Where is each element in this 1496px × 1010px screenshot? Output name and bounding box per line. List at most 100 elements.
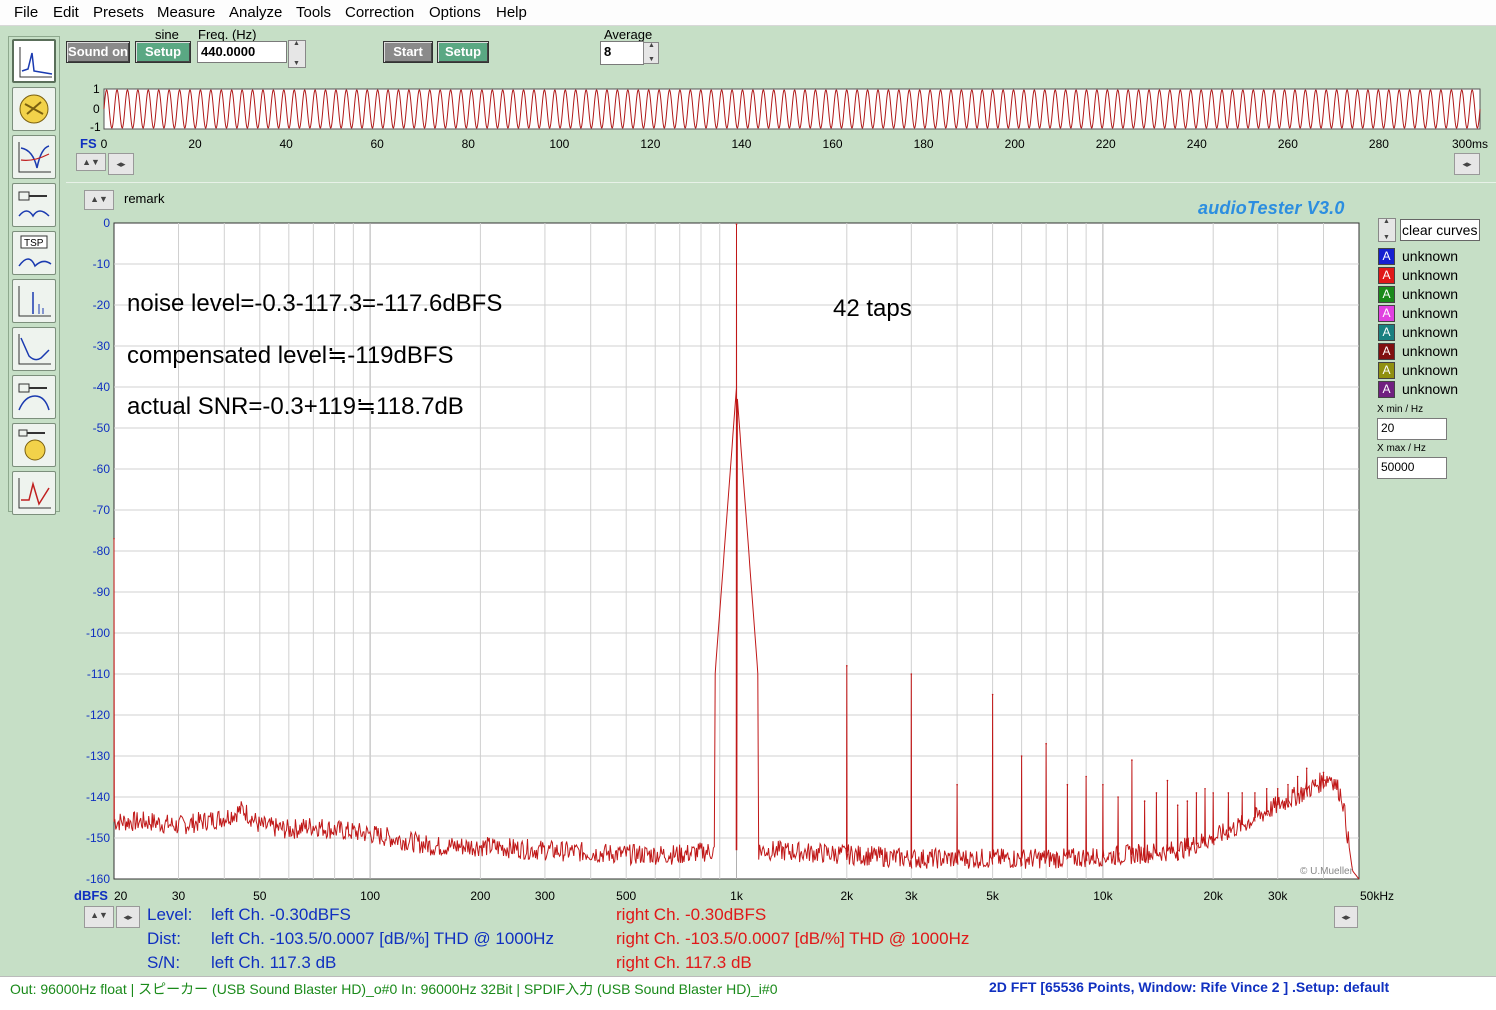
spectrum-peak — [1287, 783, 1289, 786]
right-level-value: right Ch. -0.30dBFS — [616, 905, 767, 924]
spectrum-peak — [1195, 792, 1198, 794]
spectrum-peak — [1241, 792, 1244, 794]
x-tick-label: 20k — [1204, 889, 1224, 903]
spectrum-peak — [1212, 792, 1214, 794]
legend-item-label: unknown — [1402, 305, 1459, 321]
spectrum-peak — [1117, 796, 1119, 798]
legend-color-swatch[interactable]: A — [1378, 343, 1395, 360]
spectrum-peak — [1131, 759, 1133, 761]
y-tick-label: -110 — [87, 667, 110, 681]
xmin-label: X min / Hz — [1377, 404, 1424, 415]
spectrum-peak — [1296, 775, 1299, 778]
annotation-taps: 42 taps — [833, 295, 912, 322]
spectrum-peak — [1066, 783, 1069, 786]
x-tick-label: 2k — [840, 889, 854, 903]
plot-scroll-right[interactable]: ◂▸ — [1334, 906, 1358, 928]
y-tick-label: -120 — [86, 708, 110, 722]
spectrum-peak — [1045, 742, 1047, 745]
legend-color-swatch[interactable]: A — [1378, 248, 1395, 265]
x-tick-label: 50kHz — [1360, 889, 1394, 903]
spectrum-peak — [1155, 792, 1158, 794]
legend-color-swatch[interactable]: A — [1378, 324, 1395, 341]
x-tick-label: 30k — [1268, 889, 1288, 903]
status-bar: Out: 96000Hz float | スピーカー (USB Sound Bl… — [0, 976, 1496, 998]
spectrum-peak — [956, 783, 958, 786]
legend-color-swatch[interactable]: A — [1378, 305, 1395, 322]
x-tick-label: 200 — [470, 889, 490, 903]
annotation-noise-level: noise level=-0.3-117.3=-117.6dBFS — [127, 290, 503, 317]
y-axis-unit-label: dBFS — [74, 888, 108, 903]
legend-item-label: unknown — [1402, 343, 1459, 359]
x-tick-label: 30 — [172, 889, 186, 903]
x-tick-label: 50 — [253, 889, 267, 903]
legend-item-label: unknown — [1402, 324, 1459, 340]
legend-item-label: unknown — [1402, 381, 1459, 397]
window-bottom — [0, 998, 1496, 1010]
legend-color-swatch[interactable]: A — [1378, 362, 1395, 379]
legend-item-label: unknown — [1402, 267, 1459, 283]
y-tick-label: -60 — [93, 462, 111, 476]
clear-curves-button[interactable]: clear curves — [1400, 219, 1480, 241]
spectrum-peak — [1322, 771, 1325, 774]
xmin-input[interactable]: 20 — [1377, 418, 1447, 440]
spectrum-peak — [991, 693, 994, 696]
level-label: Level: — [147, 905, 193, 924]
x-tick-label: 300 — [535, 889, 555, 903]
spectrum-peak — [1305, 767, 1308, 770]
spectrum-peak — [910, 673, 913, 675]
spectrum-peak — [1085, 775, 1087, 778]
x-tick-label: 100 — [360, 889, 380, 903]
legend-color-swatch[interactable]: A — [1378, 381, 1395, 398]
left-sn-value: left Ch. 117.3 dB — [211, 953, 337, 972]
y-tick-label: 0 — [103, 216, 110, 230]
x-tick-label: 3k — [905, 889, 919, 903]
status-fft: 2D FFT [65536 Points, Window: Rife Vince… — [989, 979, 1390, 995]
left-level-value: left Ch. -0.30dBFS — [211, 905, 351, 924]
spectrum-peak — [1102, 783, 1104, 786]
y-tick-label: -130 — [86, 749, 110, 763]
y-tick-label: -70 — [93, 503, 111, 517]
spectrum-peak — [735, 223, 738, 226]
dist-label: Dist: — [147, 929, 181, 948]
right-sn-value: right Ch. 117.3 dB — [616, 953, 752, 972]
plot-scroll-left[interactable]: ◂▸ — [116, 906, 140, 928]
y-tick-label: -140 — [86, 790, 110, 804]
x-tick-label: 500 — [616, 889, 636, 903]
y-tick-label: -90 — [93, 585, 111, 599]
copyright-label: © U.Mueller — [1300, 866, 1353, 877]
legend-spinner[interactable] — [1378, 218, 1396, 242]
y-tick-label: -100 — [86, 626, 110, 640]
y-tick-label: -20 — [93, 298, 111, 312]
spectrum-peak — [1314, 779, 1317, 782]
spectrum-peak — [1276, 788, 1279, 790]
spectrum-peak — [1254, 792, 1256, 794]
annotation-actual-snr: actual SNR=-0.3+119≒118.7dB — [127, 393, 464, 420]
legend-color-swatch[interactable]: A — [1378, 267, 1395, 284]
left-dist-value: left Ch. -103.5/0.0007 [dB/%] THD @ 1000… — [211, 929, 554, 948]
fft-plot: 0 -10 -20 -30 -40 -50 -60 -70 -80 -90 -100 -110 -120… — [74, 216, 1394, 903]
xmax-input[interactable]: 50000 — [1377, 457, 1447, 479]
x-tick-label: 5k — [986, 889, 1000, 903]
y-tick-label: -50 — [93, 421, 111, 435]
readout-spinner[interactable]: ▲▼ — [84, 906, 114, 928]
annotation-compensated-level: compensated level≒-119dBFS — [127, 342, 454, 369]
legend-item-label: unknown — [1402, 286, 1459, 302]
y-tick-label: -160 — [86, 872, 110, 886]
y-tick-label: -150 — [86, 831, 110, 845]
y-tick-label: -30 — [93, 339, 111, 353]
spectrum-peak — [1227, 792, 1230, 794]
x-tick-label: 1k — [730, 889, 744, 903]
spectrum-peak — [1204, 788, 1206, 790]
status-io: Out: 96000Hz float | スピーカー (USB Sound Bl… — [10, 981, 778, 997]
y-tick-label: -40 — [93, 380, 111, 394]
spectrum-peak — [845, 665, 848, 667]
x-tick-label: 20 — [114, 889, 128, 903]
spectrum-peak — [1143, 800, 1146, 802]
spectrum-peak — [1166, 779, 1169, 782]
legend-color-swatch[interactable]: A — [1378, 286, 1395, 303]
spectrum-peak — [1020, 755, 1023, 757]
legend-item-label: unknown — [1402, 362, 1459, 378]
x-tick-label: 10k — [1093, 889, 1113, 903]
sn-label: S/N: — [147, 953, 181, 972]
spectrum-peak — [1186, 800, 1189, 802]
